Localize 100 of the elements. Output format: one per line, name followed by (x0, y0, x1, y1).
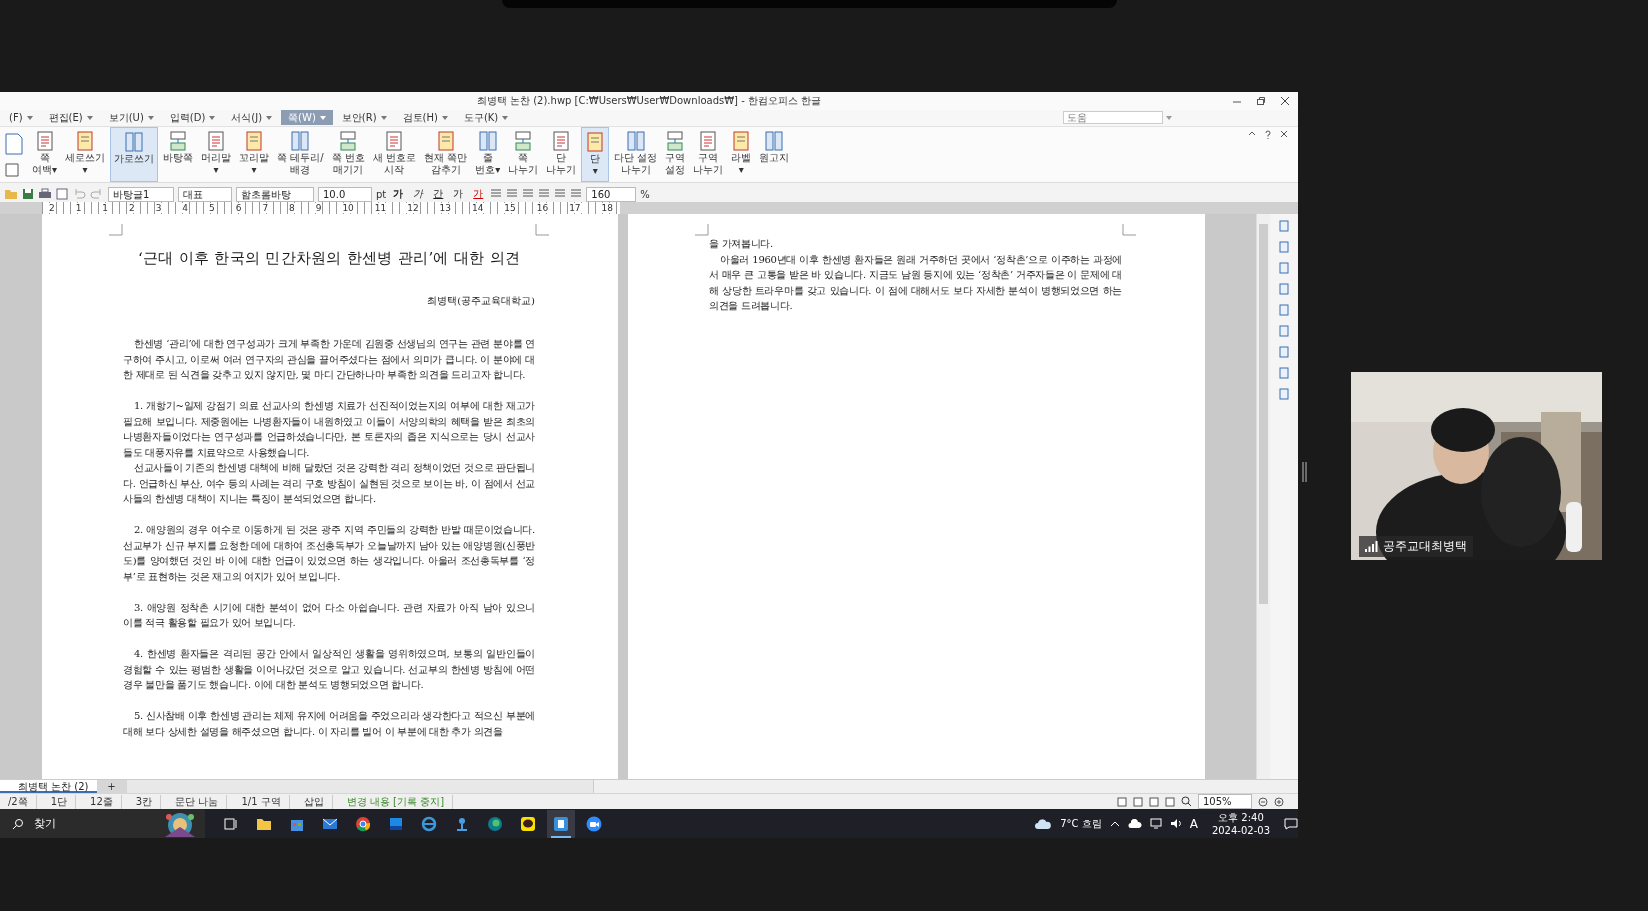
resize-handle-icon[interactable] (1302, 462, 1307, 482)
ribbon-button[interactable]: 꼬리말 ▾ (236, 126, 273, 183)
menu-item[interactable]: 보기(U) (101, 110, 161, 126)
menu-item[interactable]: 서식(J) (224, 110, 280, 126)
monitor-icon[interactable] (1149, 818, 1162, 829)
ribbon-button[interactable]: 가로쓰기 (110, 126, 159, 183)
ribbon-button[interactable]: 현재 쪽만 감추기 (420, 126, 471, 183)
zoom-field[interactable]: 105% (1198, 794, 1252, 809)
style-dropdown[interactable]: 바탕글1 (108, 186, 174, 202)
ribbon-button[interactable]: 쪽 여백▾ (29, 126, 61, 183)
clock-time[interactable]: 오후 2:40 (1218, 810, 1264, 824)
side-panel-icon[interactable] (1278, 346, 1290, 359)
zoom-out-icon[interactable] (1258, 796, 1268, 807)
globe-icon[interactable] (421, 815, 437, 832)
align-icon[interactable] (490, 189, 503, 200)
vertical-scrollbar[interactable] (1256, 214, 1270, 779)
align-icon[interactable] (554, 189, 567, 200)
help-search-field[interactable]: 도움 (1063, 111, 1163, 125)
input-mode-indicator[interactable]: A (1189, 816, 1198, 831)
character-format-button[interactable]: 가 (470, 187, 487, 202)
app-icon[interactable] (388, 815, 404, 832)
add-tab-button[interactable]: + (96, 780, 127, 793)
task-view-icon[interactable] (223, 815, 239, 832)
frame-page-icon (435, 130, 456, 151)
font-size-field[interactable]: 10.0 (318, 186, 372, 202)
ribbon-button[interactable]: 바탕쪽 (160, 126, 197, 183)
print-icon[interactable] (38, 188, 52, 201)
ribbon-button[interactable]: 쪽 번호 매기기 (328, 126, 368, 183)
horizontal-scrollbar[interactable] (592, 780, 1298, 793)
document-tab[interactable]: 최병택 논찬 (2) (0, 780, 97, 793)
menu-item[interactable]: (F) (2, 110, 40, 126)
align-icon[interactable] (538, 189, 551, 200)
side-panel-icon[interactable] (1278, 283, 1290, 296)
side-panel-icon[interactable] (1278, 304, 1290, 317)
ruler-number: 16 (535, 203, 550, 214)
ribbon-button[interactable]: 구역 설정 (662, 126, 689, 183)
character-format-button[interactable]: 간 (430, 187, 447, 202)
menu-item[interactable]: 검토(H) (395, 110, 455, 126)
page-icon[interactable] (4, 162, 22, 177)
align-icon[interactable] (506, 189, 519, 200)
cloud-icon[interactable] (1034, 817, 1053, 830)
ribbon-button[interactable]: 쪽 나누기 (505, 126, 542, 183)
ribbon-button[interactable]: 새 번호로 시작 (369, 126, 419, 183)
collapse-icon[interactable] (1248, 129, 1256, 136)
line-spacing-field[interactable]: 160 (586, 186, 637, 202)
notification-icon[interactable] (1284, 817, 1298, 830)
side-panel-icon[interactable] (1278, 388, 1290, 401)
caret-icon[interactable] (1109, 819, 1120, 828)
cloud-sync-icon[interactable] (1127, 818, 1142, 829)
document-icon[interactable] (547, 809, 575, 838)
character-format-button[interactable]: 가 (390, 187, 407, 202)
ruler-number: 3 (154, 203, 163, 214)
close-icon[interactable] (1280, 96, 1290, 106)
side-panel-icon[interactable] (1278, 325, 1290, 338)
ribbon-button[interactable]: 줄 번호▾ (472, 126, 504, 183)
ribbon-button[interactable]: 원고지 (756, 126, 793, 183)
browser-icon[interactable] (487, 815, 503, 832)
character-format-button[interactable]: 가 (450, 187, 467, 202)
zoom-icon[interactable] (1181, 796, 1192, 807)
speaker-icon[interactable] (1169, 818, 1182, 829)
taskbar-search-field[interactable]: 찾기 (0, 809, 205, 838)
ribbon-button[interactable]: 단 ▾ (581, 126, 610, 183)
clock-date[interactable]: 2024-02-03 (1211, 823, 1270, 837)
ribbon-button[interactable]: 세로쓰기 ▾ (62, 126, 109, 183)
font-dropdown[interactable]: 함초롬바탕 (236, 186, 314, 202)
ribbon-button[interactable]: 단 나누기 (543, 126, 580, 183)
side-panel-icon[interactable] (1278, 262, 1290, 275)
side-panel-icon[interactable] (1278, 367, 1290, 380)
browser-icon[interactable] (355, 815, 371, 832)
close-icon[interactable] (1280, 129, 1288, 138)
ribbon-button[interactable]: 쪽 테두리/ 배경 (274, 126, 327, 183)
view-mode-icon[interactable] (1165, 796, 1175, 807)
character-format-button[interactable]: 가 (410, 187, 427, 202)
side-panel-icon[interactable] (1278, 241, 1290, 254)
help-icon[interactable] (1264, 129, 1272, 139)
menu-item[interactable]: 도구(K) (456, 110, 516, 126)
ribbon-button[interactable]: 머리말 ▾ (198, 126, 235, 183)
menu-item[interactable]: 입력(D) (162, 110, 223, 126)
zoom-in-icon[interactable] (1274, 796, 1284, 807)
view-mode-icon[interactable] (1117, 796, 1127, 807)
menu-item[interactable]: 보안(R) (334, 110, 394, 126)
view-mode-icon[interactable] (1133, 796, 1143, 807)
page-icon[interactable] (4, 132, 24, 155)
side-panel-icon[interactable] (1278, 220, 1290, 233)
weather-text[interactable]: 7°C 흐림 (1060, 816, 1102, 831)
ribbon-button[interactable]: 구역 나누기 (690, 126, 727, 183)
change-tracking-status[interactable]: 변경 내용 [기록 중지] (338, 794, 454, 809)
ribbon-button[interactable]: 라벨 ▾ (728, 126, 755, 183)
align-icon[interactable] (570, 189, 583, 200)
ribbon-button[interactable]: 다단 설정 나누기 (611, 126, 661, 183)
scrollbar-thumb[interactable] (1259, 224, 1268, 605)
align-icon[interactable] (522, 189, 535, 200)
video-camera-icon[interactable] (586, 815, 602, 832)
restore-icon[interactable] (1256, 96, 1266, 106)
view-mode-icon[interactable] (1149, 796, 1159, 807)
chat-icon[interactable] (520, 815, 536, 832)
preview-icon[interactable] (56, 188, 68, 201)
save-icon[interactable] (22, 188, 34, 201)
language-dropdown[interactable]: 대표 (178, 186, 232, 202)
menu-item[interactable]: 편집(E) (41, 110, 100, 126)
